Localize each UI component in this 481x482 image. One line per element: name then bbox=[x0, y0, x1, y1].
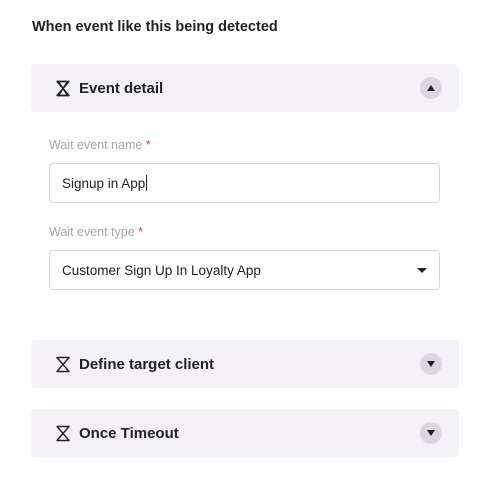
section-heading: When event like this being detected bbox=[32, 19, 278, 35]
wait-event-type-label: Wait event type * bbox=[49, 225, 144, 239]
collapse-toggle-button[interactable] bbox=[420, 77, 442, 99]
expand-toggle-button[interactable] bbox=[420, 422, 442, 444]
panel-define-target-client: Define target client bbox=[31, 340, 459, 388]
hourglass-icon bbox=[56, 425, 70, 441]
wait-event-name-value: Signup in App bbox=[62, 175, 146, 191]
panel-title: Event detail bbox=[79, 79, 164, 97]
panel-event-detail: Event detail bbox=[31, 64, 459, 112]
wait-event-name-input[interactable]: Signup in App bbox=[49, 163, 440, 203]
expand-toggle-button[interactable] bbox=[420, 353, 442, 375]
wait-event-type-value: Customer Sign Up In Loyalty App bbox=[62, 262, 261, 278]
hourglass-icon bbox=[56, 80, 70, 96]
panel-event-detail-header[interactable]: Event detail bbox=[31, 64, 459, 112]
panel-define-target-client-header[interactable]: Define target client bbox=[31, 340, 459, 388]
panel-title: Define target client bbox=[79, 355, 215, 373]
text-caret bbox=[146, 175, 148, 191]
panel-once-timeout: Once Timeout bbox=[31, 409, 459, 457]
wait-event-type-select[interactable]: Customer Sign Up In Loyalty App bbox=[49, 250, 440, 290]
chevron-down-icon bbox=[427, 430, 435, 436]
panel-once-timeout-header[interactable]: Once Timeout bbox=[31, 409, 459, 457]
panel-title: Once Timeout bbox=[79, 424, 179, 442]
wait-event-name-label: Wait event name * bbox=[49, 138, 151, 152]
dropdown-arrow-icon bbox=[417, 267, 427, 273]
chevron-down-icon bbox=[427, 361, 435, 367]
event-detail-body: Wait event name * Signup in App Wait eve… bbox=[31, 112, 459, 328]
hourglass-icon bbox=[56, 356, 70, 372]
chevron-up-icon bbox=[427, 85, 435, 91]
